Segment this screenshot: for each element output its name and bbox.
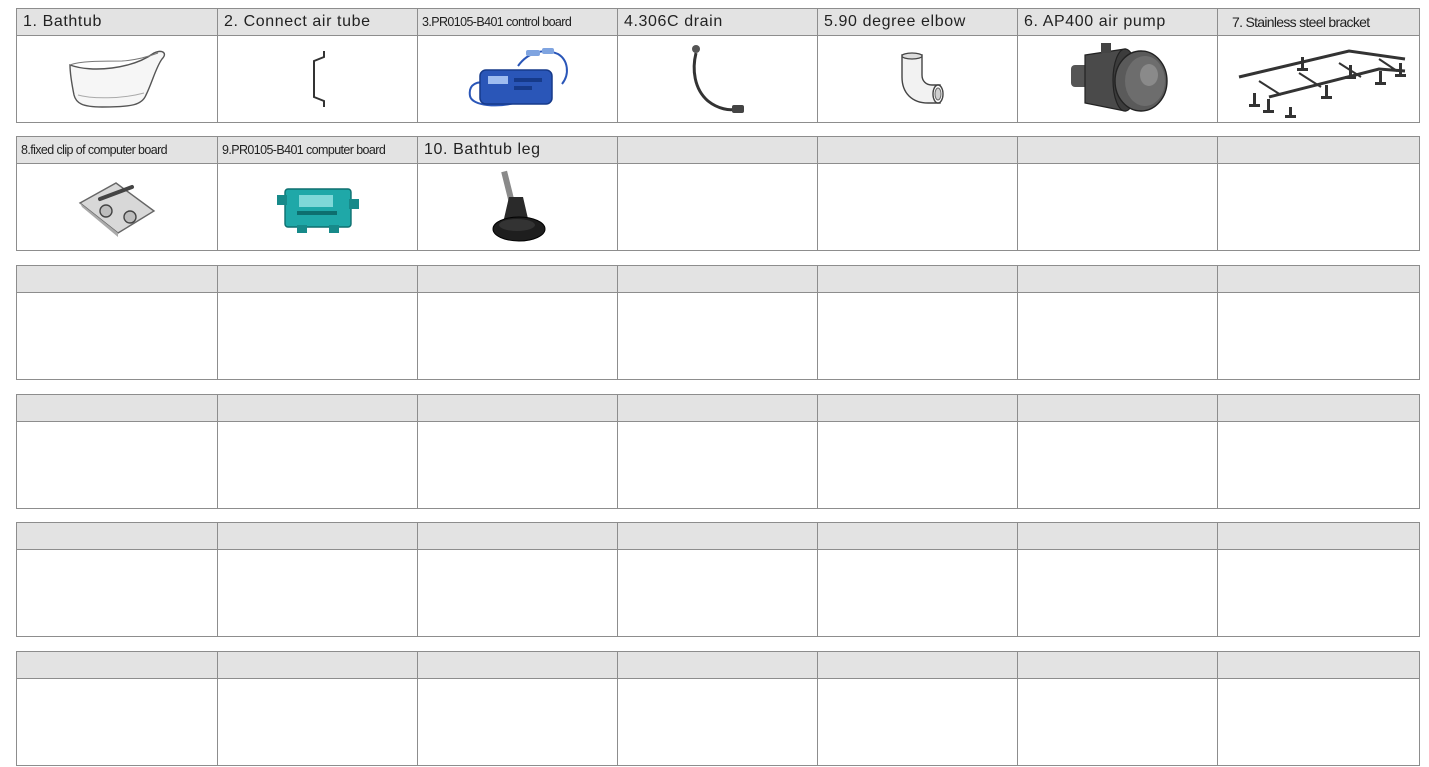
- part-label: [617, 523, 817, 549]
- part-label: [617, 652, 817, 678]
- header-row: [17, 395, 1419, 422]
- part-label: [1017, 266, 1217, 292]
- part-label: [1217, 523, 1419, 549]
- parts-table-block-6: [16, 651, 1420, 766]
- part-label: [817, 652, 1017, 678]
- part-label: [817, 137, 1017, 163]
- part-label: [417, 652, 617, 678]
- part-label: [817, 395, 1017, 421]
- bracket-frame-icon: [1238, 49, 1406, 118]
- header-row: 1. Bathtub 2. Connect air tube 3.PR0105-…: [17, 9, 1419, 36]
- part-label: [817, 266, 1017, 292]
- part-label: [17, 266, 217, 292]
- parts-table-block-1: 1. Bathtub 2. Connect air tube 3.PR0105-…: [16, 8, 1420, 123]
- parts-table-block-4: [16, 394, 1420, 509]
- part-label: [217, 652, 417, 678]
- part-label: 2. Connect air tube: [217, 9, 417, 35]
- image-row: [17, 550, 1419, 636]
- part-label: 4.306C drain: [617, 9, 817, 35]
- air-pump-icon: [1070, 43, 1168, 112]
- part-label: 8.fixed clip of computer board: [21, 143, 168, 157]
- part-label: [1217, 137, 1419, 163]
- part-label: 9.PR0105-B401 computer board: [217, 137, 417, 163]
- header-row: [17, 523, 1419, 550]
- part-label: [1017, 137, 1217, 163]
- part-label: [417, 266, 617, 292]
- elbow-fitting-icon: [900, 52, 944, 104]
- part-label: 6. AP400 air pump: [1017, 9, 1217, 35]
- part-label: [617, 266, 817, 292]
- part-label: [1017, 652, 1217, 678]
- image-row: [17, 164, 1419, 250]
- part-label: [1217, 652, 1419, 678]
- part-label: [217, 395, 417, 421]
- part-label: [217, 523, 417, 549]
- part-label: 3.PR0105-B401 control board: [417, 9, 617, 35]
- image-row: [17, 36, 1419, 122]
- part-label: [17, 395, 217, 421]
- part-label: [817, 523, 1017, 549]
- fixed-clip-icon: [78, 182, 156, 237]
- part-label: [1017, 395, 1217, 421]
- part-label: [1017, 523, 1217, 549]
- header-row: [17, 652, 1419, 679]
- control-board-icon: [468, 48, 568, 107]
- part-label: 10. Bathtub leg: [417, 137, 617, 163]
- image-row: [17, 422, 1419, 508]
- parts-table-block-3: [16, 265, 1420, 380]
- parts-table-block-2: 8.fixed clip of computer board 9.PR0105-…: [16, 136, 1420, 251]
- computer-board-icon: [276, 188, 359, 233]
- image-row: [17, 293, 1419, 379]
- part-label: 5.90 degree elbow: [817, 9, 1017, 35]
- parts-table-block-5: [16, 522, 1420, 637]
- drain-hose-icon: [691, 45, 744, 113]
- part-label: [617, 137, 817, 163]
- part-label: [417, 523, 617, 549]
- header-row: 8.fixed clip of computer board 9.PR0105-…: [17, 137, 1419, 164]
- part-label: [1217, 395, 1419, 421]
- part-label: [217, 266, 417, 292]
- part-label: [617, 395, 817, 421]
- image-row: [17, 679, 1419, 765]
- bathtub-leg-icon: [492, 170, 545, 242]
- part-label: 7. Stainless steel bracket: [1217, 9, 1419, 35]
- air-tube-icon: [312, 51, 325, 107]
- bathtub-icon: [69, 50, 166, 108]
- part-label: [17, 652, 217, 678]
- part-label: [17, 523, 217, 549]
- part-label: 1. Bathtub: [23, 13, 102, 30]
- header-row: [17, 266, 1419, 293]
- part-label: [417, 395, 617, 421]
- part-label: [1217, 266, 1419, 292]
